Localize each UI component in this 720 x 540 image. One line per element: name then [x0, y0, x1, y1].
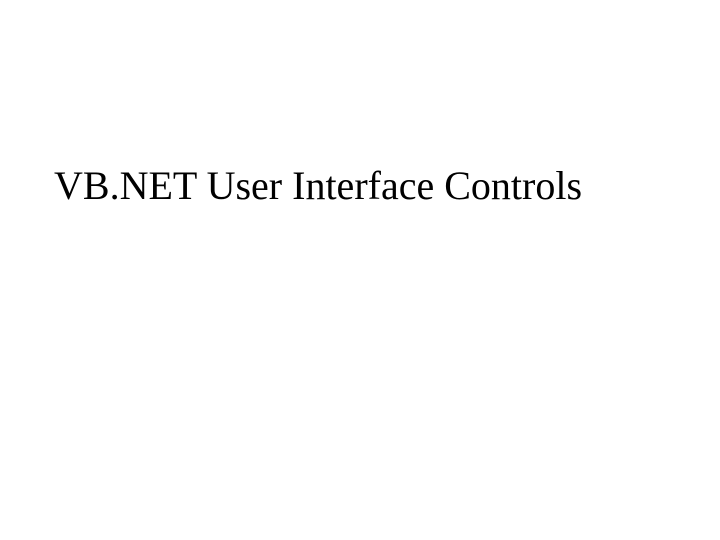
slide-title: VB.NET User Interface Controls — [54, 162, 666, 210]
slide: VB.NET User Interface Controls — [0, 0, 720, 540]
